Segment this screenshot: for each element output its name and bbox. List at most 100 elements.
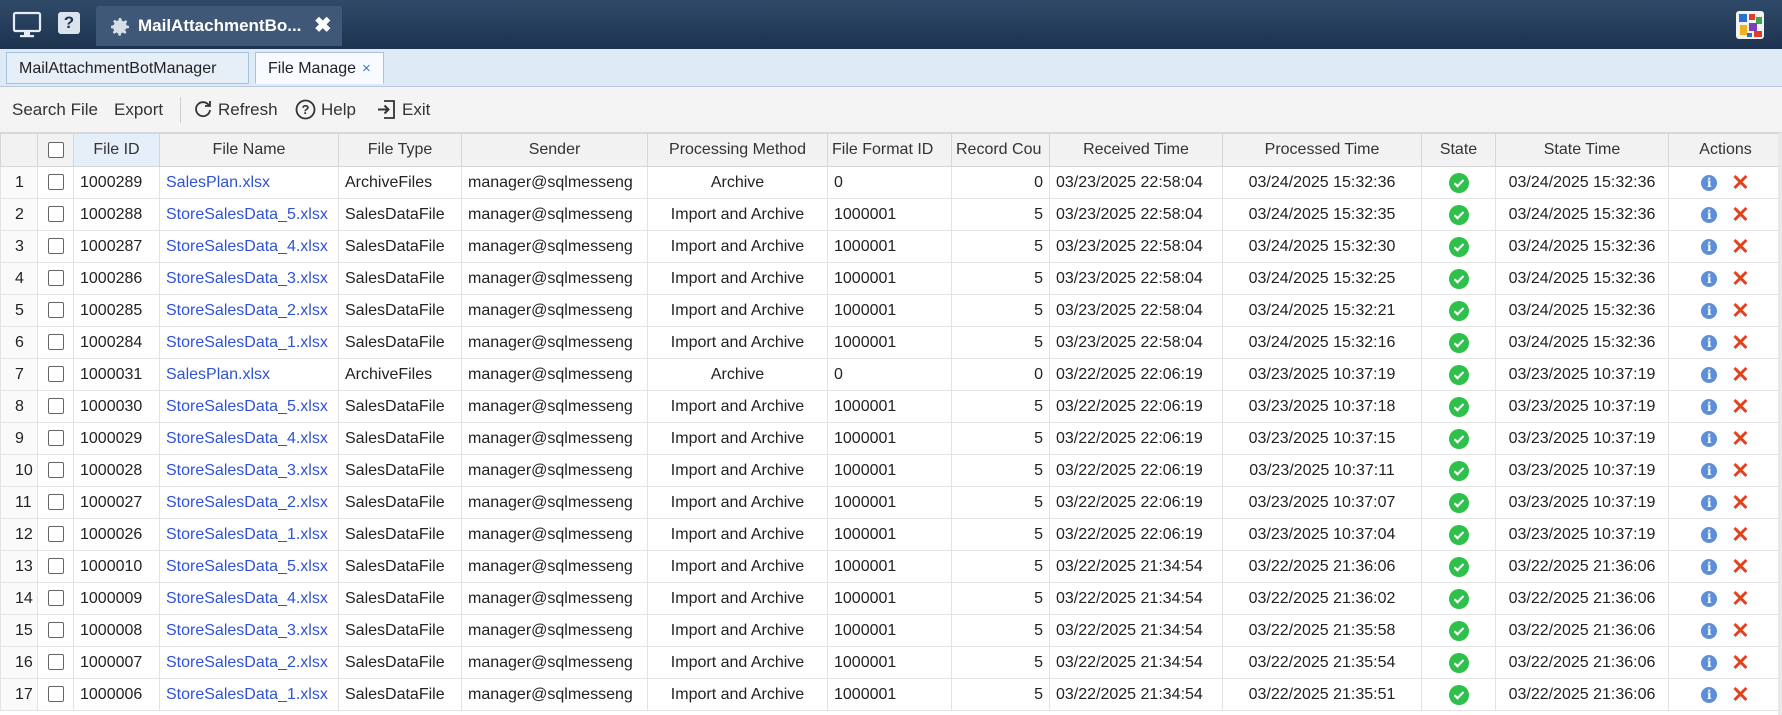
- help-icon[interactable]: ?: [58, 12, 80, 34]
- row-checkbox[interactable]: [47, 590, 64, 607]
- file-name-link[interactable]: StoreSalesData_3.xlsx: [166, 462, 328, 479]
- table-row[interactable]: 5 1000285 StoreSalesData_2.xlsx SalesDataFi…: [0, 294, 1782, 327]
- info-icon[interactable]: i: [1701, 654, 1718, 671]
- export-button[interactable]: Export: [114, 87, 174, 132]
- file-name-link[interactable]: StoreSalesData_2.xlsx: [166, 494, 328, 511]
- table-row[interactable]: 11 1000027 StoreSalesData_2.xlsx SalesDataF…: [0, 486, 1782, 519]
- row-checkbox[interactable]: [47, 654, 64, 671]
- column-header-file-name[interactable]: File Name: [159, 133, 339, 167]
- delete-icon[interactable]: ✕: [1731, 395, 1749, 417]
- file-name-link[interactable]: StoreSalesData_4.xlsx: [166, 590, 328, 607]
- monitor-icon[interactable]: [12, 10, 42, 40]
- delete-icon[interactable]: ✕: [1731, 203, 1749, 225]
- select-all-checkbox[interactable]: [47, 141, 64, 158]
- column-header-state-time[interactable]: State Time: [1495, 133, 1669, 167]
- file-name-link[interactable]: StoreSalesData_1.xlsx: [166, 526, 328, 543]
- row-checkbox[interactable]: [47, 334, 64, 351]
- column-header-file-type[interactable]: File Type: [338, 133, 462, 167]
- tab-file-manage[interactable]: File Manage ×: [255, 52, 384, 84]
- row-checkbox[interactable]: [47, 270, 64, 287]
- row-checkbox[interactable]: [47, 206, 64, 223]
- delete-icon[interactable]: ✕: [1731, 459, 1749, 481]
- delete-icon[interactable]: ✕: [1731, 555, 1749, 577]
- table-row[interactable]: 9 1000029 StoreSalesData_4.xlsx SalesDataFi…: [0, 422, 1782, 455]
- info-icon[interactable]: i: [1701, 430, 1718, 447]
- tab-mailattachmentbotmanager[interactable]: MailAttachmentBotManager: [6, 52, 249, 84]
- table-row[interactable]: 3 1000287 StoreSalesData_4.xlsx SalesDataFi…: [0, 230, 1782, 263]
- row-checkbox[interactable]: [47, 398, 64, 415]
- info-icon[interactable]: i: [1701, 558, 1718, 575]
- delete-icon[interactable]: ✕: [1731, 171, 1749, 193]
- row-checkbox[interactable]: [47, 174, 64, 191]
- column-header-file-format-id[interactable]: File Format ID: [827, 133, 952, 167]
- info-icon[interactable]: i: [1701, 590, 1718, 607]
- row-checkbox[interactable]: [47, 622, 64, 639]
- file-name-link[interactable]: StoreSalesData_2.xlsx: [166, 302, 328, 319]
- column-header-processed-time[interactable]: Processed Time: [1222, 133, 1422, 167]
- exit-button[interactable]: Exit: [376, 87, 432, 132]
- delete-icon[interactable]: ✕: [1731, 331, 1749, 353]
- delete-icon[interactable]: ✕: [1731, 491, 1749, 513]
- table-row[interactable]: 15 1000008 StoreSalesData_3.xlsx SalesDataF…: [0, 614, 1782, 647]
- table-row[interactable]: 16 1000007 StoreSalesData_2.xlsx SalesDataF…: [0, 646, 1782, 679]
- info-icon[interactable]: i: [1701, 494, 1718, 511]
- table-row[interactable]: 7 1000031 SalesPlan.xlsx ArchiveFiles manage…: [0, 358, 1782, 391]
- table-row[interactable]: 8 1000030 StoreSalesData_5.xlsx SalesDataFi…: [0, 390, 1782, 423]
- table-row[interactable]: 14 1000009 StoreSalesData_4.xlsx SalesDataF…: [0, 582, 1782, 615]
- file-name-link[interactable]: StoreSalesData_5.xlsx: [166, 206, 328, 223]
- info-icon[interactable]: i: [1701, 686, 1718, 703]
- file-name-link[interactable]: StoreSalesData_4.xlsx: [166, 430, 328, 447]
- table-row[interactable]: 1 1000289 SalesPlan.xlsx ArchiveFiles manage…: [0, 166, 1782, 199]
- delete-icon[interactable]: ✕: [1731, 267, 1749, 289]
- row-checkbox[interactable]: [47, 494, 64, 511]
- info-icon[interactable]: i: [1701, 174, 1718, 191]
- file-name-link[interactable]: StoreSalesData_4.xlsx: [166, 238, 328, 255]
- info-icon[interactable]: i: [1701, 622, 1718, 639]
- close-icon[interactable]: ✖: [314, 13, 332, 38]
- info-icon[interactable]: i: [1701, 526, 1718, 543]
- info-icon[interactable]: i: [1701, 270, 1718, 287]
- file-name-link[interactable]: StoreSalesData_5.xlsx: [166, 558, 328, 575]
- app-tab[interactable]: MailAttachmentBo... ✖: [96, 6, 342, 46]
- delete-icon[interactable]: ✕: [1731, 683, 1749, 705]
- table-row[interactable]: 4 1000286 StoreSalesData_3.xlsx SalesDataFi…: [0, 262, 1782, 295]
- column-header-received-time[interactable]: Received Time: [1049, 133, 1223, 167]
- refresh-button[interactable]: Refresh: [193, 87, 279, 132]
- table-row[interactable]: 17 1000006 StoreSalesData_1.xlsx SalesDataF…: [0, 678, 1782, 711]
- row-checkbox[interactable]: [47, 462, 64, 479]
- table-row[interactable]: 10 1000028 StoreSalesData_3.xlsx SalesDataF…: [0, 454, 1782, 487]
- tab-close-icon[interactable]: ×: [362, 60, 371, 77]
- row-checkbox[interactable]: [47, 302, 64, 319]
- table-row[interactable]: 12 1000026 StoreSalesData_1.xlsx SalesDataF…: [0, 518, 1782, 551]
- column-header-file-id[interactable]: File ID: [73, 133, 160, 167]
- info-icon[interactable]: i: [1701, 238, 1718, 255]
- table-row[interactable]: 6 1000284 StoreSalesData_1.xlsx SalesDataFi…: [0, 326, 1782, 359]
- delete-icon[interactable]: ✕: [1731, 651, 1749, 673]
- info-icon[interactable]: i: [1701, 462, 1718, 479]
- delete-icon[interactable]: ✕: [1731, 587, 1749, 609]
- file-name-link[interactable]: SalesPlan.xlsx: [166, 366, 270, 383]
- delete-icon[interactable]: ✕: [1731, 363, 1749, 385]
- table-row[interactable]: 2 1000288 StoreSalesData_5.xlsx SalesDataFi…: [0, 198, 1782, 231]
- row-checkbox[interactable]: [47, 430, 64, 447]
- help-button[interactable]: ? Help: [295, 87, 361, 132]
- column-header-state[interactable]: State: [1421, 133, 1496, 167]
- row-checkbox[interactable]: [47, 686, 64, 703]
- file-name-link[interactable]: SalesPlan.xlsx: [166, 174, 270, 191]
- file-name-link[interactable]: StoreSalesData_1.xlsx: [166, 686, 328, 703]
- table-row[interactable]: 13 1000010 StoreSalesData_5.xlsx SalesDataF…: [0, 550, 1782, 583]
- info-icon[interactable]: i: [1701, 366, 1718, 383]
- info-icon[interactable]: i: [1701, 398, 1718, 415]
- column-header-processing-method[interactable]: Processing Method: [647, 133, 828, 167]
- file-name-link[interactable]: StoreSalesData_3.xlsx: [166, 622, 328, 639]
- column-header-record-count[interactable]: Record Cou: [951, 133, 1050, 167]
- vertical-scrollbar[interactable]: [1778, 133, 1782, 715]
- delete-icon[interactable]: ✕: [1731, 523, 1749, 545]
- file-name-link[interactable]: StoreSalesData_1.xlsx: [166, 334, 328, 351]
- row-checkbox[interactable]: [47, 526, 64, 543]
- column-header-sender[interactable]: Sender: [461, 133, 648, 167]
- row-checkbox[interactable]: [47, 558, 64, 575]
- file-name-link[interactable]: StoreSalesData_2.xlsx: [166, 654, 328, 671]
- row-checkbox[interactable]: [47, 238, 64, 255]
- delete-icon[interactable]: ✕: [1731, 619, 1749, 641]
